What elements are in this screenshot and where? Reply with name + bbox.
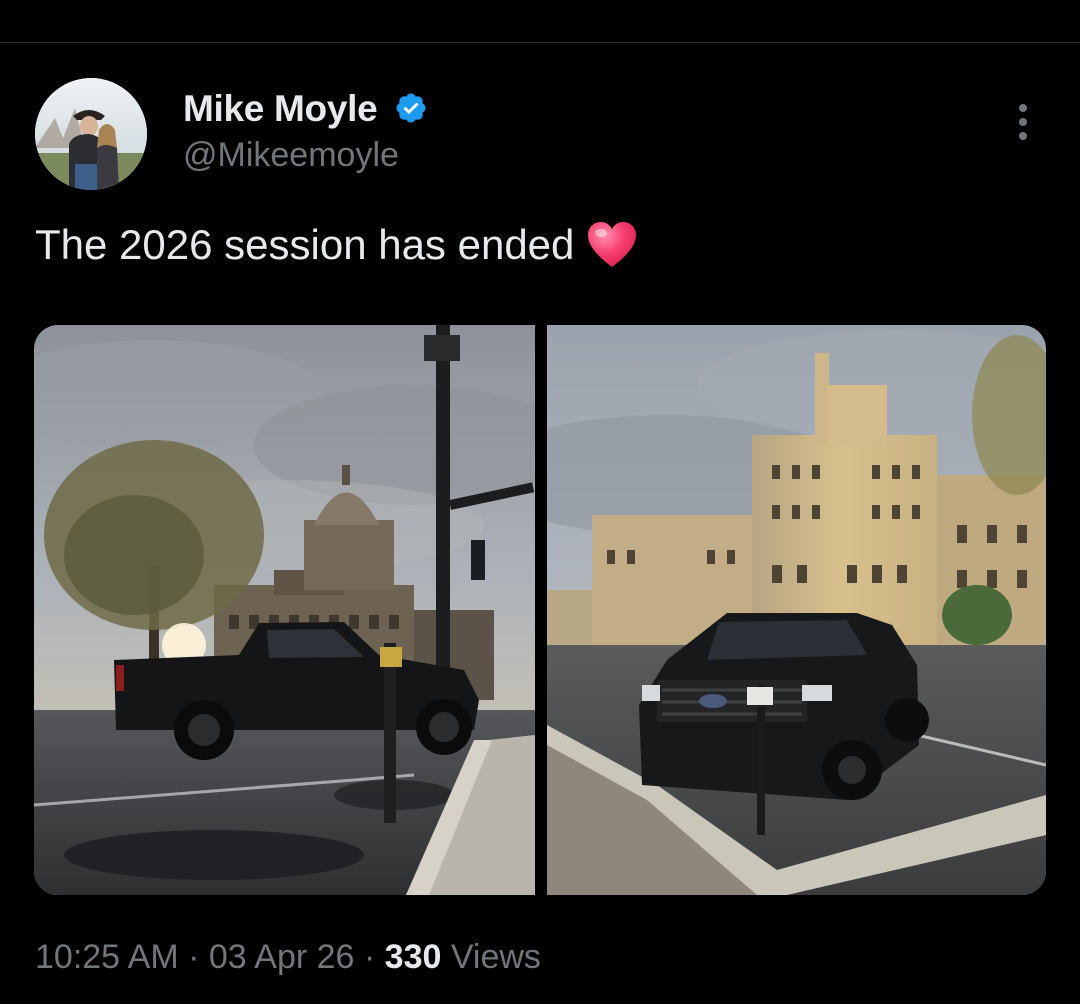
tweet-media-grid <box>34 325 1046 895</box>
tweet-photo-capitol[interactable] <box>34 325 574 895</box>
views-label: Views <box>441 938 541 976</box>
top-divider <box>0 42 1080 43</box>
tweet-photo-building[interactable] <box>477 325 1046 895</box>
meta-separator: · <box>178 938 209 976</box>
verified-badge-icon <box>396 93 426 123</box>
author-display-name[interactable]: Mike Moyle <box>183 88 378 130</box>
author-handle[interactable]: @Mikeemoyle <box>183 135 399 175</box>
more-options-button[interactable] <box>1006 100 1040 144</box>
avatar[interactable] <box>35 78 147 190</box>
red-heart-emoji-icon <box>588 222 637 267</box>
tweet-text: The 2026 session has ended <box>35 220 638 270</box>
more-vertical-icon <box>1019 104 1027 112</box>
tweet-meta: 10:25 AM · 03 Apr 26 · 330 Views <box>35 935 541 979</box>
meta-separator: · <box>354 938 385 976</box>
views-count: 330 <box>384 938 442 976</box>
tweet-date[interactable]: 03 Apr 26 <box>209 938 355 976</box>
tweet-time[interactable]: 10:25 AM <box>35 938 179 976</box>
tweet-text-content: The 2026 session has ended <box>35 221 575 268</box>
